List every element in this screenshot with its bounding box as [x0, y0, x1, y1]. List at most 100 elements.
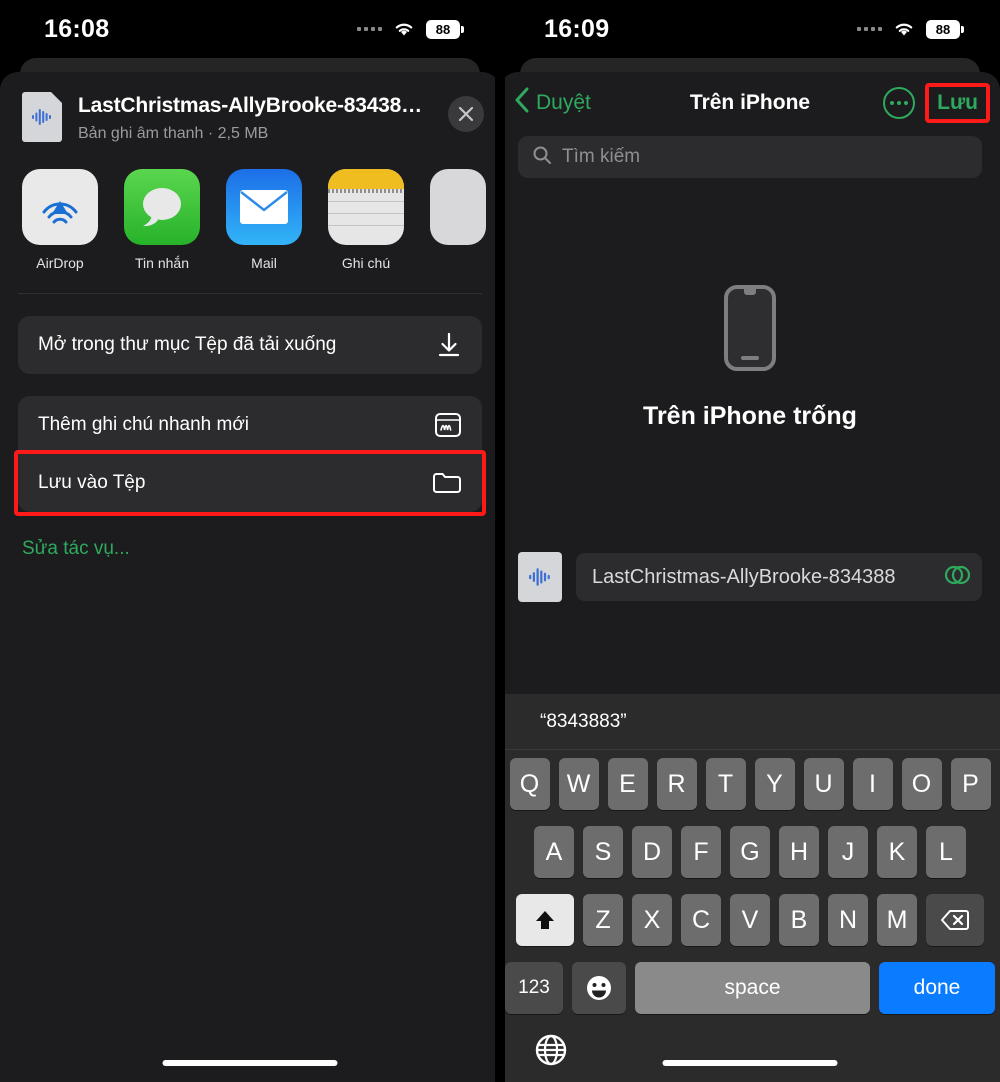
partial-app-icon [430, 169, 486, 245]
key-u[interactable]: U [803, 758, 844, 810]
key-k[interactable]: K [877, 826, 917, 878]
key-o[interactable]: O [901, 758, 942, 810]
nav-right-actions: Lưu [883, 83, 992, 123]
clear-text-icon[interactable] [944, 564, 971, 591]
key-w[interactable]: W [558, 758, 599, 810]
messages-icon [124, 169, 200, 245]
key-i[interactable]: I [852, 758, 893, 810]
keyboard-row-2: A S D F G H J K L [500, 818, 1000, 886]
action-open-in-downloads[interactable]: Mở trong thư mục Tệp đã tải xuống [18, 316, 482, 374]
suggestion-bar: “8343883” [500, 694, 1000, 750]
home-indicator [162, 1060, 338, 1066]
action-save-to-files-wrapper: Lưu vào Tệp [14, 450, 486, 516]
key-r[interactable]: R [656, 758, 697, 810]
mail-icon [226, 169, 302, 245]
keyboard: “8343883” Q W E R T Y U I O P A S D F G … [500, 694, 1000, 1082]
share-app-airdrop[interactable]: AirDrop [22, 169, 98, 271]
keyboard-row-3: Z X C V B N M [500, 886, 1000, 954]
action-group-downloads: Mở trong thư mục Tệp đã tải xuống [18, 316, 482, 374]
share-sheet: LastChristmas-AllyBrooke-83438… Bản ghi … [0, 72, 500, 1082]
close-icon[interactable] [448, 96, 484, 132]
done-key[interactable]: done [879, 962, 995, 1014]
audio-waveform-file-icon [22, 92, 62, 142]
notes-icon [328, 169, 404, 245]
key-m[interactable]: M [877, 894, 917, 946]
edit-actions-link[interactable]: Sửa tác vụ... [0, 512, 500, 560]
filename-value: LastChristmas-AllyBrooke-834388 [592, 565, 896, 588]
share-app-label: Mail [251, 255, 277, 271]
key-j[interactable]: J [828, 826, 868, 878]
wifi-icon [892, 20, 916, 38]
keyboard-globe-row [500, 1022, 1000, 1082]
key-f[interactable]: F [681, 826, 721, 878]
key-a[interactable]: A [534, 826, 574, 878]
audio-waveform-file-icon [518, 552, 562, 602]
left-phone-screen: 16:08 88 LastChristmas-AllyBrooke-83438…… [0, 0, 500, 1082]
back-button[interactable]: Duyệt [514, 87, 591, 119]
search-input[interactable]: Tìm kiếm [518, 136, 982, 178]
filename-row: LastChristmas-AllyBrooke-834388 [500, 538, 1000, 614]
key-x[interactable]: X [632, 894, 672, 946]
back-label: Duyệt [536, 91, 591, 114]
chevron-left-icon [514, 87, 530, 119]
signal-dots-icon [357, 27, 382, 31]
key-p[interactable]: P [950, 758, 991, 810]
more-circle-icon[interactable] [883, 87, 916, 119]
status-bar-left: 16:08 88 [0, 0, 500, 58]
emoji-smiley-icon[interactable] [572, 962, 626, 1014]
share-app-mail[interactable]: Mail [226, 169, 302, 271]
key-z[interactable]: Z [583, 894, 623, 946]
suggestion-item[interactable]: “8343883” [500, 711, 667, 733]
quick-note-icon [434, 412, 462, 438]
status-indicators: 88 [857, 19, 964, 39]
share-app-notes[interactable]: Ghi chú [328, 169, 404, 271]
key-h[interactable]: H [779, 826, 819, 878]
iphone-device-icon [724, 285, 776, 376]
download-icon [436, 332, 462, 358]
status-time: 16:09 [544, 14, 610, 43]
space-key[interactable]: space [635, 962, 870, 1014]
key-l[interactable]: L [926, 826, 966, 878]
key-v[interactable]: V [730, 894, 770, 946]
shift-up-icon[interactable] [516, 894, 574, 946]
share-app-label: AirDrop [36, 255, 84, 271]
empty-title: Trên iPhone trống [643, 402, 857, 430]
filename-input[interactable]: LastChristmas-AllyBrooke-834388 [576, 553, 982, 601]
numbers-key[interactable]: 123 [505, 962, 563, 1014]
action-add-quick-note[interactable]: Thêm ghi chú nhanh mới [18, 396, 482, 454]
key-y[interactable]: Y [754, 758, 795, 810]
backspace-icon[interactable] [926, 894, 984, 946]
navigation-bar: Duyệt Trên iPhone Lưu [500, 72, 1000, 134]
save-button[interactable]: Lưu [929, 87, 986, 119]
battery-indicator: 88 [426, 19, 464, 39]
battery-indicator: 88 [926, 19, 964, 39]
key-q[interactable]: Q [509, 758, 550, 810]
share-apps-row[interactable]: AirDrop Tin nhắn Mail Ghi chú [0, 159, 500, 271]
file-subtitle: Bản ghi âm thanh · 2,5 MB [78, 125, 269, 142]
status-time: 16:08 [44, 14, 110, 43]
globe-icon[interactable] [534, 1033, 568, 1072]
home-indicator [662, 1060, 838, 1066]
right-phone-screen: 16:09 88 Duyệt Trên iPhone Lưu Tìm kiếm … [500, 0, 1000, 1082]
share-app-label: Ghi chú [341, 255, 391, 271]
action-save-to-files[interactable]: Lưu vào Tệp [18, 454, 482, 512]
key-s[interactable]: S [583, 826, 623, 878]
wifi-icon [392, 20, 416, 38]
action-label: Mở trong thư mục Tệp đã tải xuống [38, 334, 337, 355]
action-group-save: Thêm ghi chú nhanh mới Lưu vào Tệp [14, 396, 486, 516]
key-d[interactable]: D [632, 826, 672, 878]
share-sheet-header: LastChristmas-AllyBrooke-83438… Bản ghi … [0, 72, 500, 159]
key-t[interactable]: T [705, 758, 746, 810]
dual-screenshot: 16:08 88 LastChristmas-AllyBrooke-83438…… [0, 0, 1000, 1082]
key-b[interactable]: B [779, 894, 819, 946]
airdrop-icon [22, 169, 98, 245]
share-app-messages[interactable]: Tin nhắn [124, 169, 200, 271]
signal-dots-icon [857, 27, 882, 31]
key-c[interactable]: C [681, 894, 721, 946]
key-n[interactable]: N [828, 894, 868, 946]
key-e[interactable]: E [607, 758, 648, 810]
keyboard-row-4: 123 space done [500, 954, 1000, 1022]
key-g[interactable]: G [730, 826, 770, 878]
status-bar-right: 16:09 88 [500, 0, 1000, 58]
share-app-partial[interactable] [430, 169, 486, 271]
